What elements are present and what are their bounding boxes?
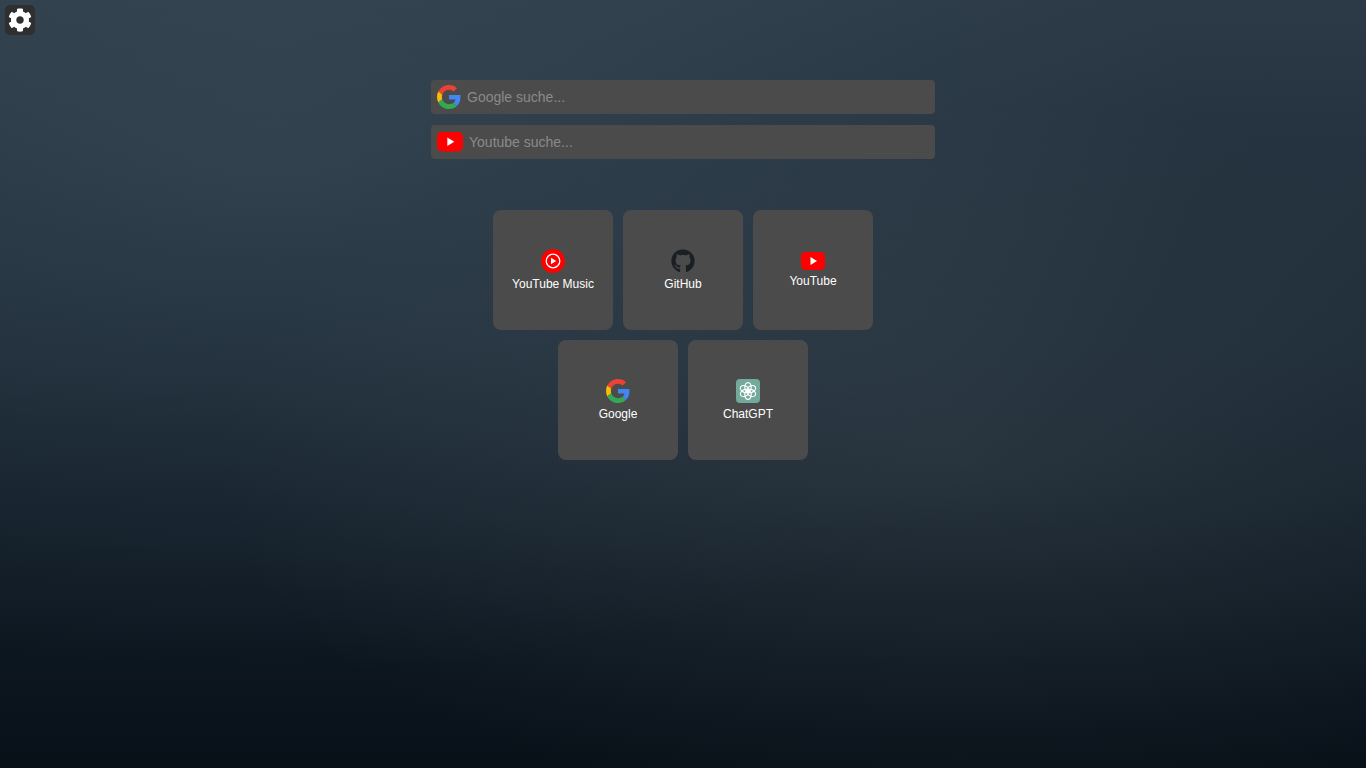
search-bar: [431, 125, 935, 159]
search-input[interactable]: [469, 126, 927, 158]
shortcut-label: GitHub: [664, 277, 701, 291]
github-icon: [671, 249, 695, 273]
main-area: YouTube Music GitHub YouTube Google ChatGPT: [0, 80, 1366, 460]
shortcut-tile[interactable]: ChatGPT: [688, 340, 808, 460]
shortcut-label: ChatGPT: [723, 407, 773, 421]
youtube-icon: [437, 132, 463, 152]
youtube-music-icon: [541, 249, 565, 273]
shortcut-label: YouTube Music: [512, 277, 594, 291]
settings-button[interactable]: [5, 5, 35, 35]
shortcut-tile[interactable]: YouTube Music: [493, 210, 613, 330]
shortcut-label: Google: [599, 407, 638, 421]
shortcut-label: YouTube: [789, 274, 836, 288]
search-input[interactable]: [467, 81, 927, 113]
search-bar: [431, 80, 935, 114]
youtube-icon: [801, 252, 825, 270]
search-stack: [431, 80, 935, 159]
shortcut-grid: YouTube Music GitHub YouTube Google ChatGPT: [493, 210, 873, 460]
google-icon: [437, 85, 461, 109]
shortcut-tile[interactable]: YouTube: [753, 210, 873, 330]
top-bar: [0, 0, 1366, 35]
gear-icon: [8, 8, 32, 32]
shortcut-tile[interactable]: GitHub: [623, 210, 743, 330]
chatgpt-icon: [736, 379, 760, 403]
google-icon: [606, 379, 630, 403]
shortcut-tile[interactable]: Google: [558, 340, 678, 460]
start-page: YouTube Music GitHub YouTube Google ChatGPT: [0, 0, 1366, 768]
